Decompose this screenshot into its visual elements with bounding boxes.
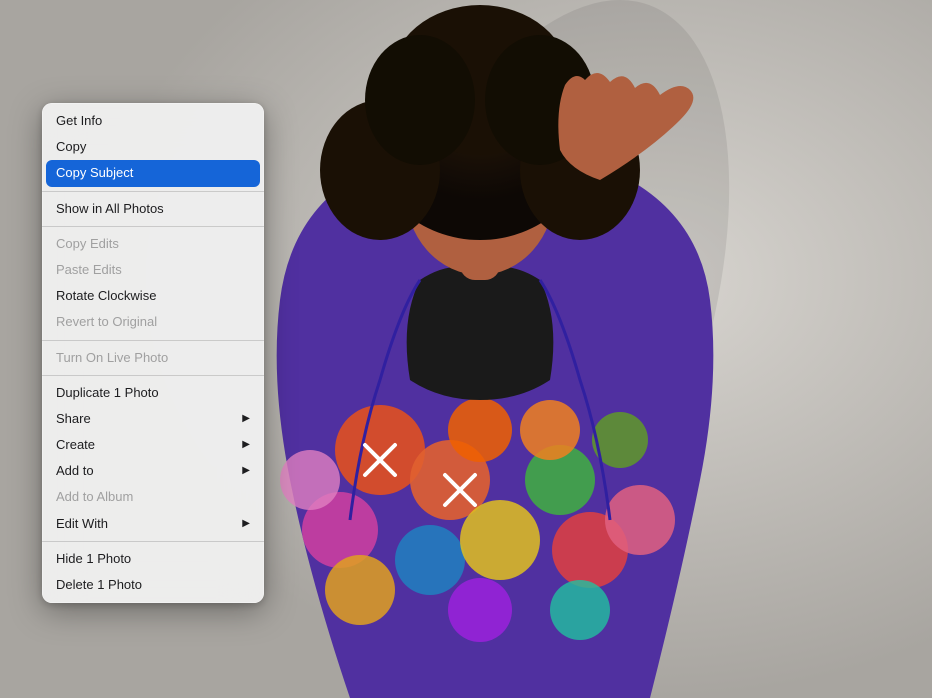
menu-item-delete-photo[interactable]: Delete 1 Photo — [42, 572, 264, 598]
submenu-arrow-create: ▶ — [242, 438, 250, 452]
menu-item-label-duplicate-photo: Duplicate 1 Photo — [56, 384, 159, 402]
menu-item-revert-to-original: Revert to Original — [42, 309, 264, 335]
menu-item-copy[interactable]: Copy — [42, 134, 264, 160]
menu-item-get-info[interactable]: Get Info — [42, 108, 264, 134]
menu-separator — [42, 226, 264, 227]
menu-item-label-hide-photo: Hide 1 Photo — [56, 550, 131, 568]
menu-item-copy-subject[interactable]: Copy Subject — [46, 160, 260, 186]
menu-item-label-turn-on-live-photo: Turn On Live Photo — [56, 349, 168, 367]
menu-item-label-share: Share — [56, 410, 91, 428]
menu-item-label-get-info: Get Info — [56, 112, 102, 130]
menu-separator — [42, 340, 264, 341]
menu-item-add-to[interactable]: Add to ▶ — [42, 458, 264, 484]
menu-separator — [42, 375, 264, 376]
menu-item-edit-with[interactable]: Edit With ▶ — [42, 511, 264, 537]
menu-item-label-copy-edits: Copy Edits — [56, 235, 119, 253]
menu-item-hide-photo[interactable]: Hide 1 Photo — [42, 546, 264, 572]
menu-item-paste-edits: Paste Edits — [42, 257, 264, 283]
menu-item-label-show-in-all-photos: Show in All Photos — [56, 200, 164, 218]
menu-item-label-add-to-album: Add to Album — [56, 488, 133, 506]
submenu-arrow-edit-with: ▶ — [242, 517, 250, 531]
menu-item-label-delete-photo: Delete 1 Photo — [56, 576, 142, 594]
submenu-arrow-share: ▶ — [242, 412, 250, 426]
menu-item-rotate-clockwise[interactable]: Rotate Clockwise — [42, 283, 264, 309]
menu-item-label-paste-edits: Paste Edits — [56, 261, 122, 279]
menu-item-label-copy: Copy — [56, 138, 86, 156]
menu-item-turn-on-live-photo: Turn On Live Photo — [42, 345, 264, 371]
menu-item-label-add-to: Add to — [56, 462, 94, 480]
menu-item-label-edit-with: Edit With — [56, 515, 108, 533]
menu-item-label-rotate-clockwise: Rotate Clockwise — [56, 287, 156, 305]
menu-item-label-revert-to-original: Revert to Original — [56, 313, 157, 331]
menu-item-create[interactable]: Create ▶ — [42, 432, 264, 458]
submenu-arrow-add-to: ▶ — [242, 464, 250, 478]
menu-item-copy-edits: Copy Edits — [42, 231, 264, 257]
menu-item-share[interactable]: Share ▶ — [42, 406, 264, 432]
menu-item-show-in-all-photos[interactable]: Show in All Photos — [42, 196, 264, 222]
menu-separator — [42, 191, 264, 192]
context-menu: Get Info Copy Copy Subject Show in All Phot… — [42, 103, 264, 603]
menu-separator — [42, 541, 264, 542]
menu-item-add-to-album: Add to Album — [42, 484, 264, 510]
menu-item-label-create: Create — [56, 436, 95, 454]
menu-item-duplicate-photo[interactable]: Duplicate 1 Photo — [42, 380, 264, 406]
menu-item-label-copy-subject: Copy Subject — [56, 164, 133, 182]
